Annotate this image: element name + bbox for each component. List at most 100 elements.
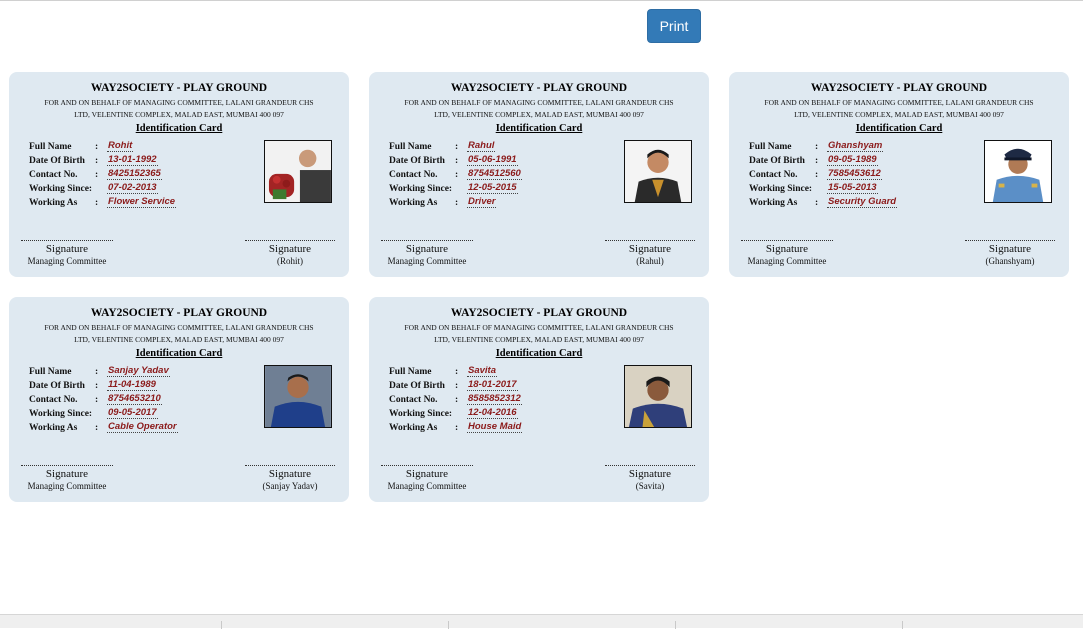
card-subtitle: FOR AND ON BEHALF OF MANAGING COMMITTEE,… [383,97,695,121]
signature-label: Signature [988,243,1032,255]
signature-holder-name: (Sanjay Yadav) [262,481,318,491]
subtitle-line-2: LTD, VELENTINE COMPLEX, MALAD EAST, MUMB… [794,110,1004,119]
bar-divider [675,621,676,629]
bar-divider [448,621,449,629]
field-full-name: Full Name: Savita [389,363,522,377]
field-label: Working Since: [389,184,453,194]
field-value: 8585852312 [467,393,522,405]
field-value: Driver [467,196,497,208]
subtitle-line-2: LTD, VELENTINE COMPLEX, MALAD EAST, MUMB… [74,110,284,119]
print-button[interactable]: Print [647,9,701,43]
field-value: 11-04-1989 [107,379,157,391]
field-since: Working Since: 07-02-2013 [29,180,176,194]
card-fields: Full Name: Savita Date Of Birth:18-01-201… [389,363,523,433]
card-heading: Identification Card [135,123,223,134]
signature-holder: Signature (Rohit) [245,240,335,266]
field-colon: : [95,381,99,391]
signature-line [965,240,1055,241]
field-label: Full Name [29,142,72,152]
signature-holder-name: (Rohit) [277,256,303,266]
field-value: Flower Service [107,196,177,208]
field-label: Date Of Birth [29,156,85,166]
field-dob: Date Of Birth:11-04-1989 [29,377,178,391]
signature-role: Managing Committee [747,256,827,266]
signature-holder: Signature (Rahul) [605,240,695,266]
field-label: Full Name [389,367,432,377]
id-card-ghanshyam: WAY2SOCIETY - PLAY GROUND FOR AND ON BEH… [729,72,1069,277]
field-colon: : [455,381,459,391]
field-label: Date Of Birth [749,156,805,166]
signature-holder: Signature (Savita) [605,465,695,491]
signature-line [381,240,473,241]
signature-role: Managing Committee [27,481,107,491]
person-photo-icon [985,141,1051,202]
field-full-name: Full Name: Rohit [29,138,176,152]
field-colon: : [95,170,99,180]
field-working-as: Working As: Driver [389,194,522,208]
card-title: WAY2SOCIETY - PLAY GROUND [450,307,628,319]
signature-label: Signature [765,243,809,255]
field-colon: : [95,395,99,405]
field-label: Working Since: [29,184,93,194]
field-label: Full Name [389,142,432,152]
signature-line [245,240,335,241]
signature-managing-committee: Signature Managing Committee [381,240,473,266]
field-value: Sanjay Yadav [107,365,170,377]
field-label: Contact No. [389,395,438,405]
field-colon: : [95,367,99,377]
field-since: Working Since: 09-05-2017 [29,405,178,419]
signature-label: Signature [268,243,312,255]
field-dob: Date Of Birth:13-01-1992 [29,152,176,166]
signature-managing-committee: Signature Managing Committee [381,465,473,491]
field-full-name: Full Name: Ghanshyam [749,138,897,152]
card-heading: Identification Card [495,348,583,359]
field-working-as: Working As: House Maid [389,419,523,433]
field-colon: : [455,198,459,208]
field-label: Working Since: [389,409,453,419]
field-value: 8754653210 [107,393,162,405]
field-label: Date Of Birth [29,381,85,391]
field-value: 13-01-1992 [107,154,158,166]
card-fields: Full Name: Rahul Date Of Birth:05-06-1991… [389,138,522,208]
signature-line [245,465,335,466]
signature-holder: Signature (Ghanshyam) [965,240,1055,266]
signature-label: Signature [628,243,672,255]
subtitle-line-2: LTD, VELENTINE COMPLEX, MALAD EAST, MUMB… [74,335,284,344]
field-value: Savita [467,365,497,377]
signature-managing-committee: Signature Managing Committee [21,465,113,491]
field-colon: : [455,170,459,180]
card-subtitle: FOR AND ON BEHALF OF MANAGING COMMITTEE,… [23,322,335,346]
signature-label: Signature [45,243,89,255]
id-card-rahul: WAY2SOCIETY - PLAY GROUND FOR AND ON BEH… [369,72,709,277]
signature-holder: Signature (Sanjay Yadav) [245,465,335,491]
person-photo-icon [625,366,691,427]
signature-role: Managing Committee [27,256,107,266]
field-value: 09-05-2017 [107,407,158,419]
photo-ghanshyam [984,140,1052,203]
field-contact: Contact No.:8754512560 [389,166,522,180]
subtitle-line-1: FOR AND ON BEHALF OF MANAGING COMMITTEE,… [764,98,1034,107]
field-colon: : [815,198,819,208]
field-colon: : [815,156,819,166]
field-value: 15-05-2013 [827,182,878,194]
field-colon: : [95,156,99,166]
person-photo-icon [625,141,691,202]
signature-holder-name: (Rahul) [636,256,664,266]
field-colon: : [455,142,459,152]
card-title: WAY2SOCIETY - PLAY GROUND [810,82,988,94]
signature-role: Managing Committee [387,481,467,491]
field-colon: : [815,170,819,180]
field-contact: Contact No.:7585453612 [749,166,897,180]
signature-line [605,465,695,466]
field-label: Date Of Birth [389,381,445,391]
field-working-as: Working As: Flower Service [29,194,177,208]
card-subtitle: FOR AND ON BEHALF OF MANAGING COMMITTEE,… [23,97,335,121]
card-subtitle: FOR AND ON BEHALF OF MANAGING COMMITTEE,… [383,322,695,346]
field-value: Ghanshyam [827,140,884,152]
signature-line [741,240,833,241]
field-colon: : [455,156,459,166]
card-heading: Identification Card [135,348,223,359]
field-label: Working As [29,423,78,433]
field-label: Working As [749,198,798,208]
field-value: Rohit [107,140,134,152]
